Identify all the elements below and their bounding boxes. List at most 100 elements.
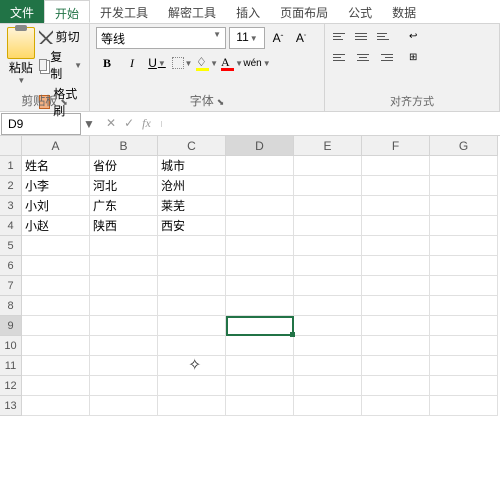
cell[interactable] <box>294 356 362 376</box>
cell[interactable] <box>158 316 226 336</box>
font-name-select[interactable]: 等线▼ <box>96 27 226 49</box>
cell[interactable]: 小刘 <box>22 196 90 216</box>
align-left-button[interactable] <box>331 48 351 66</box>
row-header[interactable]: 5 <box>0 236 22 256</box>
phonetic-button[interactable]: wén▼ <box>246 52 268 74</box>
cell[interactable]: 河北 <box>90 176 158 196</box>
cell[interactable] <box>158 236 226 256</box>
italic-button[interactable]: I <box>121 52 143 74</box>
cell[interactable]: 小李 <box>22 176 90 196</box>
cell[interactable]: 陕西 <box>90 216 158 236</box>
cell[interactable]: 西安 <box>158 216 226 236</box>
tab-decrypt[interactable]: 解密工具 <box>158 0 226 23</box>
row-header[interactable]: 3 <box>0 196 22 216</box>
cell[interactable] <box>226 196 294 216</box>
col-header[interactable]: G <box>430 136 498 156</box>
cancel-formula-button[interactable]: ✕ <box>106 116 116 131</box>
cell[interactable] <box>294 276 362 296</box>
row-header[interactable]: 10 <box>0 336 22 356</box>
cell[interactable] <box>22 336 90 356</box>
cell[interactable] <box>362 216 430 236</box>
cell[interactable] <box>430 276 498 296</box>
cell[interactable]: 姓名 <box>22 156 90 176</box>
cell[interactable] <box>362 336 430 356</box>
cell[interactable]: 沧州 <box>158 176 226 196</box>
cell[interactable] <box>226 376 294 396</box>
cell[interactable] <box>362 196 430 216</box>
cell[interactable] <box>22 396 90 416</box>
cell[interactable] <box>362 276 430 296</box>
formula-input[interactable] <box>161 121 500 127</box>
align-top-button[interactable] <box>331 27 351 45</box>
cell[interactable] <box>158 356 226 376</box>
font-size-select[interactable]: 11▼ <box>229 27 265 49</box>
align-right-button[interactable] <box>375 48 395 66</box>
cell[interactable] <box>90 316 158 336</box>
cell[interactable] <box>22 316 90 336</box>
cell[interactable] <box>22 256 90 276</box>
cell[interactable] <box>22 276 90 296</box>
cell[interactable] <box>90 276 158 296</box>
fx-button[interactable]: fx <box>142 116 151 131</box>
cell[interactable] <box>22 296 90 316</box>
shrink-font-button[interactable]: Aˇ <box>291 28 311 48</box>
cell[interactable]: 莱芜 <box>158 196 226 216</box>
col-header[interactable]: D <box>226 136 294 156</box>
cell[interactable] <box>226 296 294 316</box>
cell[interactable] <box>158 336 226 356</box>
cell[interactable] <box>362 176 430 196</box>
cell[interactable] <box>294 196 362 216</box>
cell[interactable]: 省份 <box>90 156 158 176</box>
cell[interactable] <box>158 296 226 316</box>
cell[interactable] <box>430 216 498 236</box>
cell[interactable] <box>294 176 362 196</box>
cell[interactable] <box>226 156 294 176</box>
cell[interactable] <box>22 236 90 256</box>
cell[interactable] <box>430 316 498 336</box>
cell[interactable] <box>158 376 226 396</box>
cell[interactable] <box>430 236 498 256</box>
cell[interactable] <box>294 156 362 176</box>
row-header[interactable]: 1 <box>0 156 22 176</box>
row-header[interactable]: 4 <box>0 216 22 236</box>
cell[interactable] <box>294 256 362 276</box>
align-center-button[interactable] <box>353 48 373 66</box>
row-header[interactable]: 12 <box>0 376 22 396</box>
tab-formula[interactable]: 公式 <box>338 0 382 23</box>
cell[interactable] <box>430 376 498 396</box>
cell[interactable] <box>294 396 362 416</box>
cell[interactable] <box>90 376 158 396</box>
wrap-text-button[interactable]: ↩ <box>407 27 427 45</box>
cell[interactable] <box>90 396 158 416</box>
cell[interactable] <box>430 176 498 196</box>
underline-button[interactable]: U▼ <box>146 52 168 74</box>
cell[interactable] <box>362 256 430 276</box>
cell[interactable] <box>362 356 430 376</box>
cell[interactable] <box>430 196 498 216</box>
cell[interactable] <box>430 336 498 356</box>
cell[interactable]: 城市 <box>158 156 226 176</box>
cell[interactable]: 小赵 <box>22 216 90 236</box>
cell[interactable] <box>362 316 430 336</box>
row-header[interactable]: 7 <box>0 276 22 296</box>
cell[interactable] <box>90 356 158 376</box>
cell[interactable] <box>362 236 430 256</box>
col-header[interactable]: A <box>22 136 90 156</box>
tab-file[interactable]: 文件 <box>0 0 44 23</box>
col-header[interactable]: F <box>362 136 430 156</box>
cell[interactable] <box>226 256 294 276</box>
name-box-dropdown[interactable]: ▼ <box>82 117 96 131</box>
cell[interactable] <box>430 356 498 376</box>
cell[interactable] <box>226 276 294 296</box>
align-middle-button[interactable] <box>353 27 373 45</box>
cell[interactable] <box>90 236 158 256</box>
cell[interactable] <box>362 396 430 416</box>
cell[interactable] <box>430 396 498 416</box>
col-header[interactable]: E <box>294 136 362 156</box>
cell[interactable] <box>362 376 430 396</box>
cell[interactable] <box>22 376 90 396</box>
row-header[interactable]: 13 <box>0 396 22 416</box>
tab-data[interactable]: 数据 <box>382 0 426 23</box>
row-header[interactable]: 2 <box>0 176 22 196</box>
col-header[interactable]: B <box>90 136 158 156</box>
